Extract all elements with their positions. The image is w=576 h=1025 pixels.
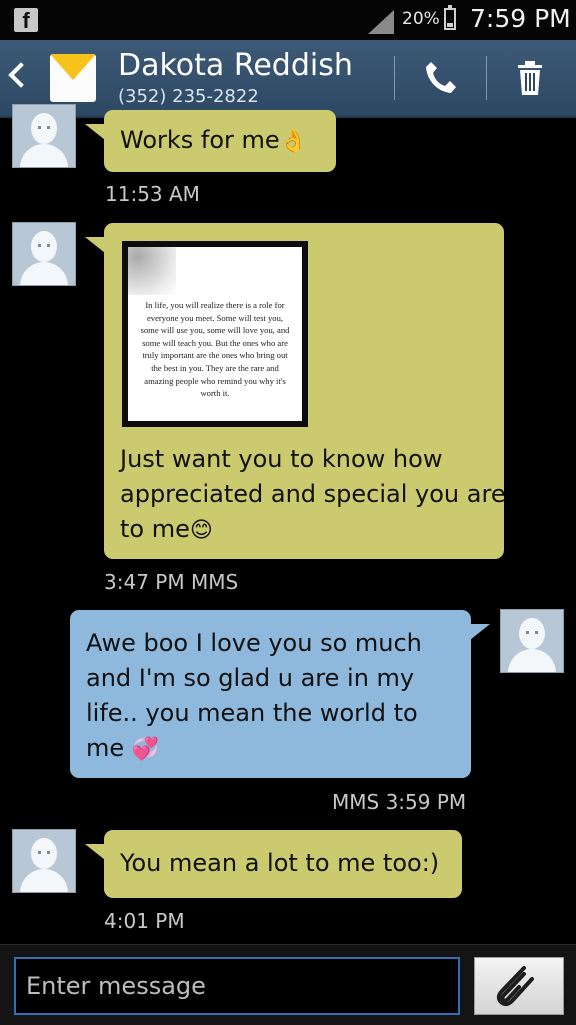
hearts-emoji: 💞 (131, 737, 160, 762)
avatar-eyes (38, 244, 50, 247)
avatar-eyes (526, 631, 538, 634)
quote-image-surface: In life, you will realize there is a rol… (128, 247, 302, 421)
message-timestamp: 4:01 PM (104, 909, 185, 933)
incoming-message-bubble[interactable]: You mean a lot to me too:) (85, 830, 462, 898)
avatar-eyes (38, 851, 50, 854)
message-input[interactable] (14, 957, 460, 1015)
message-composer (0, 944, 576, 1025)
paperclip-icon (496, 966, 534, 1007)
image-shadow (128, 247, 176, 295)
back-icon[interactable] (8, 62, 34, 88)
message-timestamp: 11:53 AM (105, 182, 200, 206)
message-text: Works for me👌 (104, 110, 336, 159)
message-text: Just want you to know how appreciated an… (104, 442, 526, 548)
contact-avatar[interactable] (12, 829, 76, 893)
message-text-content: Just want you to know how appreciated an… (120, 445, 506, 543)
attach-button[interactable] (474, 957, 564, 1015)
header-divider (394, 56, 395, 100)
signal-icon (368, 10, 394, 34)
facebook-icon: f (14, 8, 38, 33)
avatar-body (508, 649, 556, 672)
battery-percent: 20% (402, 9, 440, 29)
contact-name[interactable]: Dakota Reddish (118, 48, 353, 83)
message-text-content: Works for me (120, 126, 280, 154)
avatar-body (20, 144, 68, 167)
battery-icon (444, 5, 456, 30)
status-bar: f 20% 7:59 PM (0, 0, 576, 40)
message-text: You mean a lot to me too:) (120, 849, 440, 877)
conversation-header: Dakota Reddish (352) 235-2822 (0, 40, 576, 118)
avatar-body (20, 869, 68, 892)
phone-icon[interactable] (420, 58, 460, 98)
my-avatar[interactable] (500, 609, 564, 673)
smile-emoji: 😊 (189, 518, 213, 543)
trash-icon[interactable] (510, 58, 550, 98)
message-timestamp: 3:47 PM MMS (104, 570, 239, 594)
contact-avatar[interactable] (12, 222, 76, 286)
avatar-eyes (38, 126, 50, 129)
message-text: Awe boo I love you so much and I'm so gl… (70, 626, 474, 767)
avatar-body (20, 262, 68, 285)
mail-icon[interactable] (50, 54, 96, 102)
contact-avatar[interactable] (12, 104, 76, 168)
header-divider (486, 56, 487, 100)
incoming-mms-bubble[interactable]: In life, you will realize there is a rol… (85, 223, 506, 559)
ok-hand-emoji: 👌 (279, 129, 308, 154)
message-timestamp: MMS 3:59 PM (332, 790, 467, 814)
status-time: 7:59 PM (470, 4, 571, 33)
incoming-message-bubble[interactable]: Works for me👌 (85, 110, 336, 172)
contact-number[interactable]: (352) 235-2822 (118, 86, 259, 107)
image-quote-text: In life, you will realize there is a rol… (140, 300, 290, 399)
outgoing-message-bubble[interactable]: Awe boo I love you so much and I'm so gl… (70, 610, 490, 778)
mms-quote-image[interactable]: In life, you will realize there is a rol… (122, 241, 308, 427)
